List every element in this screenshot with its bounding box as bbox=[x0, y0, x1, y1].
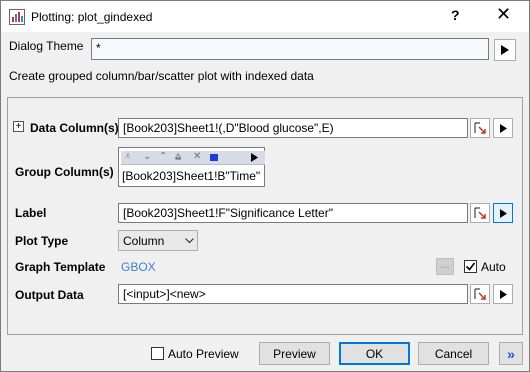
play-arrow-icon bbox=[499, 123, 507, 133]
move-up-icon[interactable]: ⌃ bbox=[159, 151, 167, 162]
data-columns-select-button[interactable] bbox=[470, 118, 490, 138]
select-range-icon bbox=[474, 122, 486, 134]
dialog-theme-field[interactable]: * bbox=[91, 38, 489, 60]
expand-dialog-button[interactable]: » bbox=[499, 342, 523, 365]
plot-type-value: Column bbox=[123, 234, 165, 248]
select-range-icon bbox=[474, 288, 486, 300]
data-columns-label: Data Column(s) bbox=[30, 121, 119, 135]
label-menu-button[interactable] bbox=[493, 203, 513, 223]
auto-label: Auto bbox=[481, 260, 506, 274]
group-columns-label: Group Column(s) bbox=[15, 165, 114, 179]
group-column-item[interactable]: [Book203]Sheet1!B"Time" bbox=[122, 169, 260, 183]
title-bar: Plotting: plot_gindexed ? ✕ bbox=[1, 1, 529, 32]
graph-template-label: Graph Template bbox=[15, 260, 106, 274]
data-columns-field[interactable]: [Book203]Sheet1!(,D"Blood glucose",E) bbox=[118, 118, 468, 138]
label-field-label: Label bbox=[15, 206, 47, 220]
group-list-toolbar: ⩡ ⌄ ⌃ ⩠ ✕ bbox=[121, 151, 265, 165]
output-select-button[interactable] bbox=[470, 284, 490, 304]
play-arrow-icon[interactable] bbox=[251, 153, 258, 162]
output-data-field[interactable]: [<input>]<new> bbox=[118, 284, 468, 304]
help-button[interactable]: ? bbox=[451, 7, 460, 23]
auto-preview-label: Auto Preview bbox=[168, 347, 239, 361]
plotting-dialog: Plotting: plot_gindexed ? ✕ Dialog Theme… bbox=[0, 0, 530, 372]
label-select-button[interactable] bbox=[470, 203, 490, 223]
theme-menu-button[interactable] bbox=[494, 39, 516, 61]
window-title: Plotting: plot_gindexed bbox=[31, 10, 153, 24]
auto-preview-checkbox[interactable] bbox=[151, 347, 164, 360]
expand-icon[interactable]: + bbox=[13, 121, 24, 132]
plot-type-select[interactable]: Column bbox=[118, 230, 198, 251]
auto-checkbox[interactable] bbox=[464, 260, 477, 273]
move-down-icon[interactable]: ⌄ bbox=[143, 151, 151, 162]
dialog-theme-label: Dialog Theme bbox=[9, 39, 84, 53]
graph-template-link[interactable]: GBOX bbox=[121, 260, 156, 274]
cancel-button[interactable]: Cancel bbox=[418, 342, 489, 365]
move-top-icon[interactable]: ⩠ bbox=[175, 151, 181, 162]
data-columns-menu-button[interactable] bbox=[493, 118, 513, 138]
label-field-input[interactable]: [Book203]Sheet1!F"Significance Letter" bbox=[118, 203, 468, 223]
origin-app-icon bbox=[9, 9, 25, 25]
checkmark-icon bbox=[465, 262, 476, 271]
template-browse-button[interactable]: ... bbox=[436, 258, 454, 275]
play-arrow-icon bbox=[499, 208, 507, 218]
play-arrow-icon bbox=[501, 45, 509, 55]
dialog-description: Create grouped column/bar/scatter plot w… bbox=[9, 69, 314, 83]
remove-icon[interactable]: ✕ bbox=[193, 151, 201, 162]
play-arrow-icon bbox=[499, 289, 507, 299]
select-icon[interactable] bbox=[210, 154, 218, 161]
preview-button[interactable]: Preview bbox=[259, 342, 330, 365]
close-button[interactable]: ✕ bbox=[496, 4, 511, 25]
select-range-icon bbox=[474, 207, 486, 219]
ok-button[interactable]: OK bbox=[339, 342, 410, 365]
move-bottom-icon[interactable]: ⩡ bbox=[125, 151, 131, 162]
plot-type-label: Plot Type bbox=[15, 234, 69, 248]
output-menu-button[interactable] bbox=[493, 284, 513, 304]
chevron-down-icon bbox=[185, 238, 194, 244]
output-data-label: Output Data bbox=[15, 288, 84, 302]
